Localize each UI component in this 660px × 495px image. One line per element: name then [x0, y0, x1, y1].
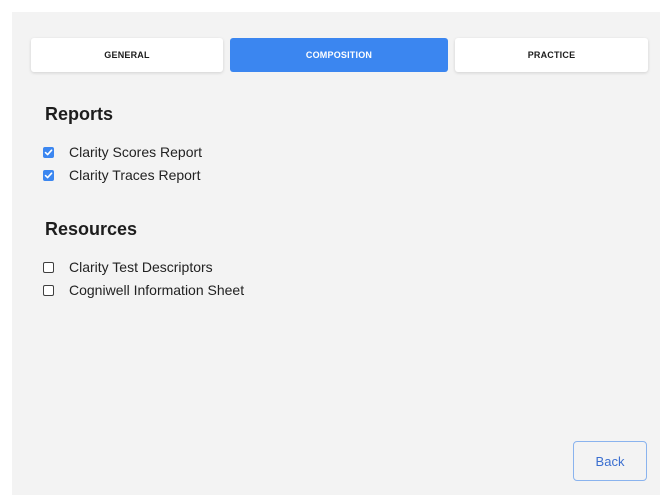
resource-item-information-sheet[interactable]: Cogniwell Information Sheet: [43, 281, 244, 299]
checkmark-icon: [44, 148, 53, 155]
reports-heading: Reports: [45, 104, 114, 124]
checkbox-unchecked[interactable]: [43, 261, 54, 273]
report-item-label: Clarity Scores Report: [69, 144, 203, 160]
resources-heading: Resources: [45, 219, 138, 239]
resource-item-test-descriptors[interactable]: Clarity Test Descriptors: [43, 258, 213, 276]
report-item-label: Clarity Traces Report: [69, 167, 201, 183]
tab-practice[interactable]: PRACTICE: [455, 38, 648, 72]
report-item-clarity-traces[interactable]: Clarity Traces Report: [43, 166, 200, 184]
checkbox-checked[interactable]: [43, 146, 54, 158]
tab-composition[interactable]: COMPOSITION: [230, 38, 448, 72]
checkbox-checked[interactable]: [43, 169, 54, 181]
checkbox-unchecked[interactable]: [43, 284, 54, 296]
report-item-clarity-scores[interactable]: Clarity Scores Report: [43, 143, 202, 161]
resource-item-label: Cogniwell Information Sheet: [69, 282, 245, 298]
back-button[interactable]: Back: [573, 441, 647, 481]
resource-item-label: Clarity Test Descriptors: [69, 259, 213, 275]
checkmark-icon: [44, 171, 53, 178]
tab-bar: GENERAL COMPOSITION PRACTICE: [31, 38, 648, 72]
settings-panel: GENERAL COMPOSITION PRACTICE Reports Cla…: [12, 12, 660, 495]
tab-general[interactable]: GENERAL: [31, 38, 223, 72]
